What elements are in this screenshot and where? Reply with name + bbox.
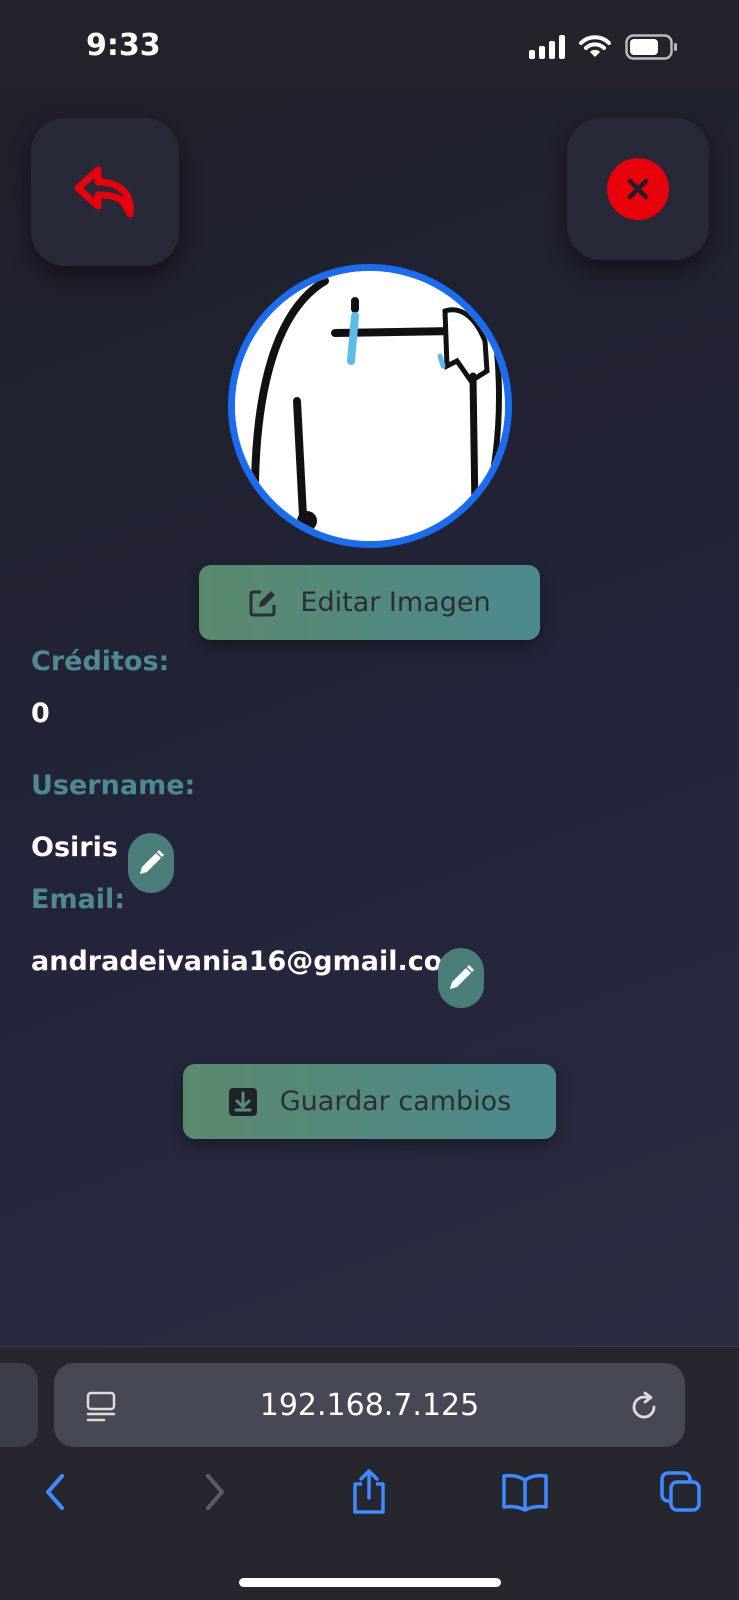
browser-toolbar: 192.168.7.125 [0,1346,739,1600]
book-icon [502,1473,548,1512]
edit-username-button[interactable] [128,833,174,893]
status-icons [529,34,679,60]
close-button[interactable] [567,118,709,260]
reply-arrow-icon [74,166,134,218]
browser-back-button[interactable] [30,1467,80,1517]
username-label: Username: [31,770,196,801]
email-value: andradeivania16@gmail.com [31,946,471,977]
download-box-icon [228,1087,257,1116]
reload-icon[interactable] [628,1391,660,1423]
profile-avatar[interactable] [228,264,512,548]
status-bar: 9:33 [0,0,739,88]
save-changes-button[interactable]: Guardar cambios [183,1064,556,1139]
wifi-icon [579,35,611,57]
edit-square-icon [249,590,276,616]
signal-icon [529,35,565,59]
browser-nav-bar [0,1457,739,1527]
username-value: Osiris [31,832,118,863]
credits-value: 0 [31,698,50,729]
status-time: 9:33 [86,28,161,63]
close-icon [607,158,669,220]
share-button[interactable] [344,1467,394,1517]
chevron-right-icon [206,1474,224,1510]
share-icon [353,1469,385,1514]
chevron-left-icon [46,1474,64,1510]
browser-forward-button[interactable] [190,1467,240,1517]
pencil-icon [140,850,164,874]
save-changes-label: Guardar cambios [279,1086,512,1117]
previous-tab[interactable] [0,1363,38,1447]
edit-image-label: Editar Imagen [300,587,491,618]
home-indicator [239,1578,501,1587]
pencil-icon [450,965,474,989]
avatar-illustration [235,271,505,541]
url-text: 192.168.7.125 [259,1388,480,1423]
profile-page: Editar Imagen Créditos: 0 Username: Osir… [0,88,739,1346]
battery-icon [625,34,677,60]
credits-label: Créditos: [31,646,170,677]
back-button[interactable] [31,118,179,266]
bookmarks-button[interactable] [500,1467,550,1517]
edit-image-button[interactable]: Editar Imagen [199,565,540,640]
email-label: Email: [31,884,126,915]
tabs-icon [660,1471,701,1512]
edit-email-button[interactable] [438,948,484,1008]
tabs-button[interactable] [656,1467,706,1517]
address-bar[interactable]: 192.168.7.125 [54,1363,685,1447]
